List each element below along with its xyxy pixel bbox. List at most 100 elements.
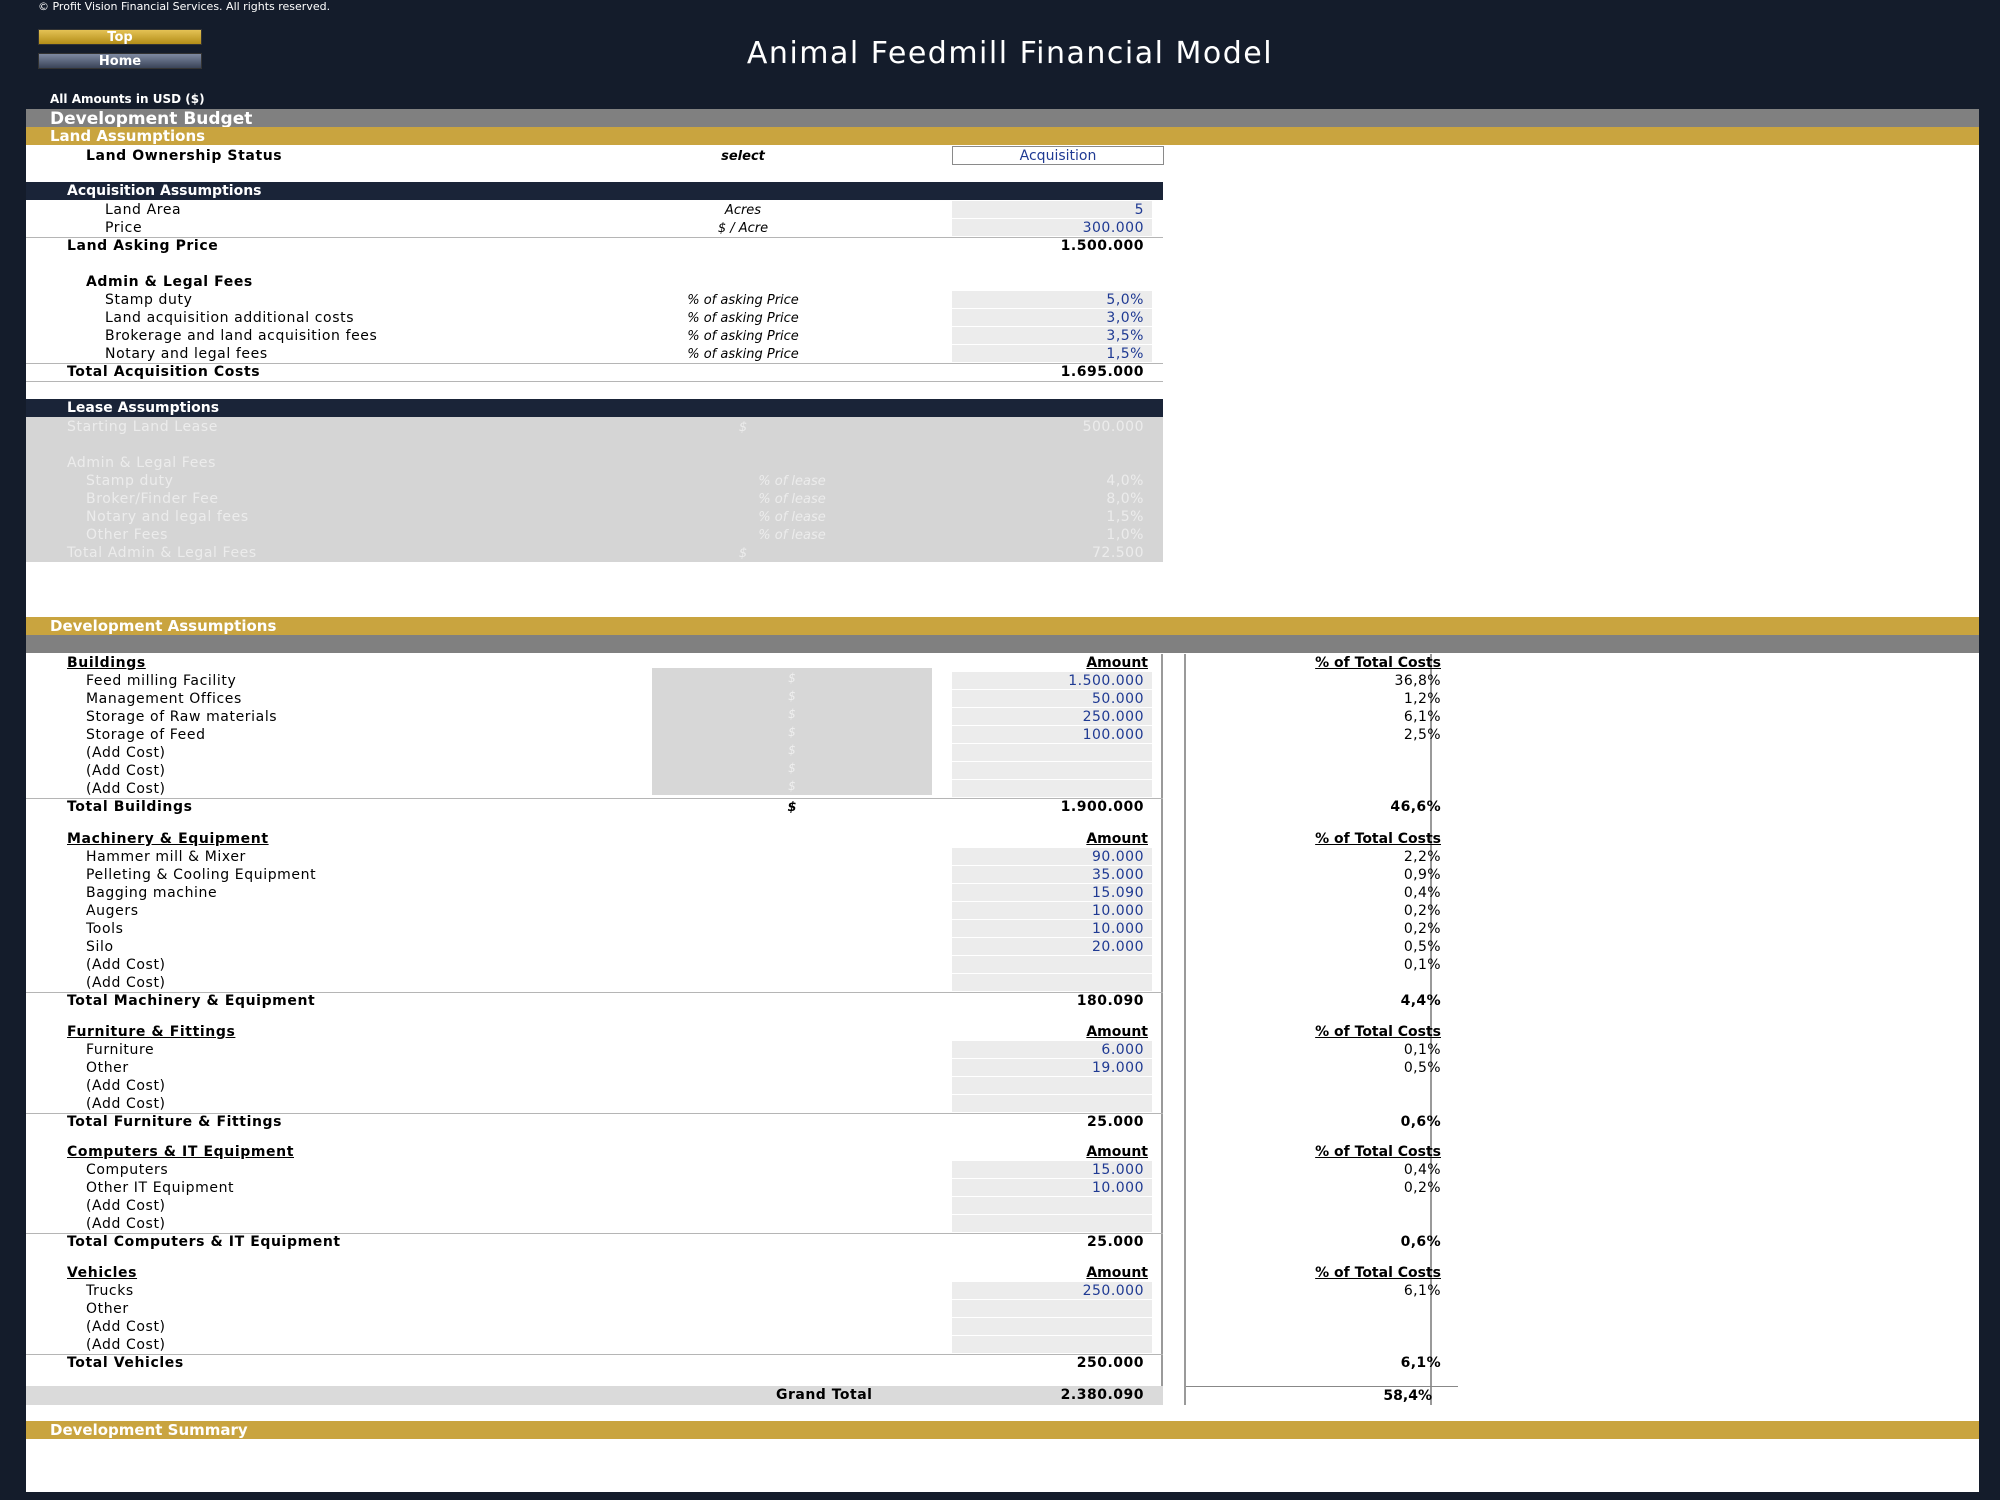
- furniture-item-pct: 0,5%: [1403, 1060, 1441, 1076]
- buildings-item-input[interactable]: [952, 762, 1152, 780]
- computers-total-label: Total Computers & IT Equipment: [67, 1234, 341, 1250]
- lease-fee-value: 8,0%: [1106, 491, 1144, 507]
- furniture-item-label: (Add Cost): [86, 1078, 166, 1094]
- buildings-item-input[interactable]: 1.500.000: [952, 672, 1152, 690]
- lease-fee-unit: % of lease: [758, 492, 826, 507]
- machinery-item-input[interactable]: 90.000: [952, 848, 1152, 866]
- vehicles-item-row: (Add Cost): [26, 1318, 1163, 1336]
- furniture-total-pct: 0,6%: [1400, 1114, 1441, 1130]
- currency-note: All Amounts in USD ($): [50, 92, 205, 106]
- grand-total-value: 2.380.090: [1060, 1387, 1144, 1403]
- land-ownership-unit: select: [721, 149, 765, 164]
- buildings-total-label: Total Buildings: [67, 799, 193, 815]
- machinery-item-label: Augers: [86, 903, 139, 919]
- home-button[interactable]: Home: [38, 53, 202, 69]
- computers-item-row: Other IT Equipment 10.000 0,2%: [26, 1179, 1441, 1197]
- acq-fee-label: Notary and legal fees: [105, 346, 268, 362]
- machinery-total-pct: 4,4%: [1400, 993, 1441, 1009]
- vehicles-item-label: Other: [86, 1301, 129, 1317]
- lease-starting-label: Starting Land Lease: [67, 419, 218, 435]
- computers-item-input[interactable]: [952, 1197, 1152, 1215]
- buildings-total-row: Total Buildings $1.900.000 46,6%: [26, 798, 1441, 816]
- buildings-item-input[interactable]: [952, 744, 1152, 762]
- land-ownership-select[interactable]: Acquisition: [952, 146, 1164, 165]
- vehicles-item-input[interactable]: 250.000: [952, 1282, 1152, 1300]
- buildings-item-input[interactable]: 250.000: [952, 708, 1152, 726]
- computers-item-input[interactable]: 10.000: [952, 1179, 1152, 1197]
- furniture-item-input[interactable]: 6.000: [952, 1041, 1152, 1059]
- acq-fee-input[interactable]: 3,5%: [952, 327, 1152, 345]
- machinery-item-input[interactable]: 10.000: [952, 902, 1152, 920]
- machinery-item-pct: 0,5%: [1403, 939, 1441, 955]
- acquisition-total-label: Total Acquisition Costs: [67, 364, 261, 380]
- land-area-input[interactable]: 5: [952, 201, 1152, 219]
- machinery-item-input[interactable]: 15.090: [952, 884, 1152, 902]
- acq-fee-row: Notary and legal fees % of asking Price 1,…: [26, 345, 1163, 363]
- amount-column-header: Amount: [1086, 1024, 1148, 1040]
- machinery-item-input[interactable]: 10.000: [952, 920, 1152, 938]
- lease-fee-row: Other Fees % of lease 1,0%: [26, 526, 1163, 544]
- machinery-item-input[interactable]: [952, 974, 1152, 992]
- computers-item-row: Computers 15.000 0,4%: [26, 1161, 1441, 1179]
- computers-item-input[interactable]: 15.000: [952, 1161, 1152, 1179]
- buildings-total-unit: $: [787, 800, 797, 815]
- development-summary-band: Development Summary: [26, 1421, 1979, 1439]
- lease-total-unit: $: [738, 546, 748, 561]
- machinery-item-label: Bagging machine: [86, 885, 218, 901]
- acq-fee-input[interactable]: 5,0%: [952, 291, 1152, 309]
- acq-fee-input[interactable]: 1,5%: [952, 345, 1152, 363]
- buildings-item-row: (Add Cost): [26, 762, 1163, 780]
- computers-total-pct: 0,6%: [1400, 1234, 1441, 1250]
- acq-fee-row: Brokerage and land acquisition fees % of …: [26, 327, 1163, 345]
- pct-column-header: % of Total Costs: [1315, 1024, 1441, 1040]
- furniture-item-row: (Add Cost): [26, 1077, 1163, 1095]
- buildings-item-input[interactable]: 100.000: [952, 726, 1152, 744]
- acq-admin-fees-row: Admin & Legal Fees: [26, 273, 1163, 291]
- top-button[interactable]: Top: [38, 29, 202, 45]
- buildings-item-input[interactable]: [952, 780, 1152, 798]
- machinery-item-label: Hammer mill & Mixer: [86, 849, 246, 865]
- furniture-item-row: Other 19.000 0,5%: [26, 1059, 1441, 1077]
- buildings-header-row: Buildings Amount % of Total Costs: [26, 654, 1441, 672]
- furniture-item-label: Furniture: [86, 1042, 155, 1058]
- spreadsheet-area: Development Budget Land Assumptions Land…: [26, 109, 1979, 1492]
- furniture-item-input[interactable]: [952, 1077, 1152, 1095]
- grand-total-row: Grand Total 2.380.090: [26, 1386, 1163, 1405]
- machinery-item-input[interactable]: 20.000: [952, 938, 1152, 956]
- machinery-total-row: Total Machinery & Equipment 180.090 4,4%: [26, 992, 1441, 1010]
- land-area-unit: Acres: [724, 203, 762, 218]
- buildings-item-label: Storage of Feed: [86, 727, 206, 743]
- machinery-item-input[interactable]: 35.000: [952, 866, 1152, 884]
- vehicles-item-input[interactable]: [952, 1318, 1152, 1336]
- grand-total-pct-row: 58,4%: [1186, 1386, 1458, 1406]
- price-input[interactable]: 300.000: [952, 219, 1152, 237]
- buildings-total-pct: 46,6%: [1390, 799, 1441, 815]
- acquisition-header-label: Acquisition Assumptions: [67, 183, 262, 199]
- vehicles-item-row: Trucks 250.000 6,1%: [26, 1282, 1441, 1300]
- furniture-item-row: (Add Cost): [26, 1095, 1163, 1113]
- machinery-item-label: Silo: [86, 939, 114, 955]
- asking-price-row: Land Asking Price 1.500.000: [26, 237, 1163, 255]
- machinery-item-row: Augers 10.000 0,2%: [26, 902, 1441, 920]
- buildings-item-label: Storage of Raw materials: [86, 709, 278, 725]
- furniture-item-input[interactable]: [952, 1095, 1152, 1113]
- amount-column-header: Amount: [1086, 1144, 1148, 1160]
- pct-column-header: % of Total Costs: [1315, 1144, 1441, 1160]
- acq-fee-unit: % of asking Price: [687, 347, 799, 362]
- lease-fee-label: Notary and legal fees: [86, 509, 249, 525]
- acquisition-total-value: 1.695.000: [1060, 364, 1144, 380]
- acq-fee-unit: % of asking Price: [687, 311, 799, 326]
- acq-fee-input[interactable]: 3,0%: [952, 309, 1152, 327]
- lease-fee-row: Broker/Finder Fee % of lease 8,0%: [26, 490, 1163, 508]
- computers-item-input[interactable]: [952, 1215, 1152, 1233]
- vehicles-item-input[interactable]: [952, 1300, 1152, 1318]
- lease-fee-label: Broker/Finder Fee: [86, 491, 219, 507]
- furniture-item-input[interactable]: 19.000: [952, 1059, 1152, 1077]
- vehicles-item-label: Trucks: [86, 1283, 134, 1299]
- computers-item-label: (Add Cost): [86, 1216, 166, 1232]
- vehicles-item-input[interactable]: [952, 1336, 1152, 1354]
- machinery-item-row: Pelleting & Cooling Equipment 35.000 0,9%: [26, 866, 1441, 884]
- machinery-item-input[interactable]: [952, 956, 1152, 974]
- buildings-item-input[interactable]: 50.000: [952, 690, 1152, 708]
- computers-item-row: (Add Cost): [26, 1197, 1163, 1215]
